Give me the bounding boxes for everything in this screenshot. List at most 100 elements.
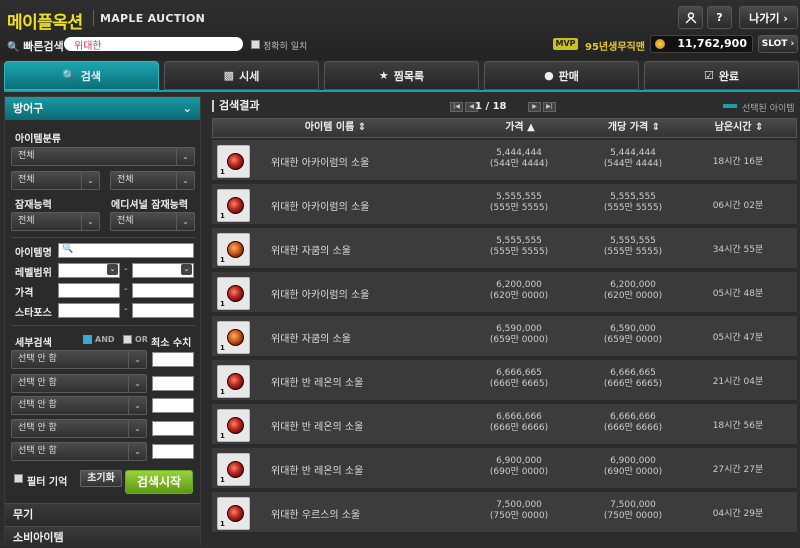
soul-icon (227, 285, 244, 302)
armor-section-header[interactable]: 방어구 ⌄ (5, 97, 200, 120)
exit-button[interactable]: 나가기 › (739, 6, 798, 29)
meso-display: 11,762,900 (650, 35, 753, 53)
start-search-button[interactable]: 검색시작 (125, 470, 193, 494)
unit-price-korean: (750만 0000) (603, 511, 663, 521)
table-row[interactable]: 1 위대한 아카이럼의 소울 5,444,444 (544만 4444) 5,444,4… (212, 140, 797, 182)
next-page-button[interactable]: ▶ (528, 102, 541, 112)
table-row[interactable]: 1 위대한 우르스의 소울 7,500,000 (750만 0000) 7,500,00… (212, 492, 797, 534)
item-name-input[interactable]: 🔍 (58, 243, 194, 258)
subcategory-select-1[interactable]: 전체 ⌄ (11, 171, 100, 190)
additional-potential-select[interactable]: 전체 ⌄ (110, 212, 195, 231)
table-row[interactable]: 1 위대한 반 레온의 소울 6,666,666 (666만 6666) 6,666,6… (212, 404, 797, 446)
item-icon[interactable]: 1 (217, 409, 250, 442)
column-unit-price[interactable]: 개당 가격 ⇕ (594, 119, 674, 137)
column-price[interactable]: 가격 ▲ (480, 119, 560, 137)
item-icon[interactable]: 1 (217, 233, 250, 266)
item-name: 위대한 우르스의 소울 (271, 510, 361, 521)
option-select-4[interactable]: 선택 안 함 ⌄ (11, 419, 147, 438)
table-row[interactable]: 1 위대한 반 레온의 소울 6,666,665 (666만 6665) 6,666,6… (212, 360, 797, 402)
legend-label: 선택된 아이템 (742, 104, 795, 114)
first-page-button[interactable]: |◀ (450, 102, 463, 112)
item-price: 6,666,665 (666만 6665) (479, 368, 559, 390)
item-icon[interactable]: 1 (217, 277, 250, 310)
starforce-min-input[interactable] (58, 303, 120, 318)
category-select[interactable]: 전체 ⌄ (11, 147, 195, 166)
quick-search-input[interactable] (64, 37, 243, 51)
category-weapon[interactable]: 무기 (5, 503, 200, 525)
item-quantity: 1 (220, 344, 225, 352)
option-min-input-2[interactable] (152, 376, 194, 391)
tab-complete[interactable]: ☑ 완료 (644, 61, 799, 90)
subcategory-select-2[interactable]: 전체 ⌄ (110, 171, 195, 190)
or-checkbox[interactable] (123, 335, 132, 344)
potential-select[interactable]: 전체 ⌄ (11, 212, 100, 231)
item-quantity: 1 (220, 520, 225, 528)
level-min-input[interactable]: ⌄ (58, 263, 120, 278)
soul-icon (227, 197, 244, 214)
unit-price-korean: (690만 0000) (603, 467, 663, 477)
tab-wishlist[interactable]: ★ 찜목록 (324, 61, 479, 90)
column-time-left[interactable]: 남은시간 ⇕ (699, 119, 779, 137)
item-icon[interactable]: 1 (217, 189, 250, 222)
results-table-body: 1 위대한 아카이럼의 소울 5,444,444 (544만 4444) 5,444,4… (212, 140, 797, 545)
unit-price-value: 5,444,444 (610, 148, 656, 158)
last-page-button[interactable]: ▶| (543, 102, 556, 112)
item-name: 위대한 반 레온의 소울 (271, 422, 364, 433)
top-bar: 메이플옥션 MAPLE AUCTION ? 나가기 › 🔍 빠른검색 정확히 일… (0, 0, 800, 60)
price-max-input[interactable] (132, 283, 194, 298)
table-row[interactable]: 1 위대한 반 레온의 소울 6,900,000 (690만 0000) 6,900,0… (212, 448, 797, 490)
soul-icon (227, 417, 244, 434)
starforce-max-input[interactable] (132, 303, 194, 318)
time-left: 04시간 29분 (712, 509, 764, 519)
item-quantity: 1 (220, 388, 225, 396)
item-icon[interactable]: 1 (217, 365, 250, 398)
unit-price-value: 5,555,555 (610, 236, 656, 246)
table-row[interactable]: 1 위대한 아카이럼의 소울 6,200,000 (620만 0000) 6,200,0… (212, 272, 797, 314)
item-unit-price: 5,444,444 (544만 4444) (593, 148, 673, 170)
item-quantity: 1 (220, 300, 225, 308)
option-select-2[interactable]: 선택 안 함 ⌄ (11, 374, 147, 393)
option-min-input-4[interactable] (152, 421, 194, 436)
column-item-name[interactable]: 아이템 이름 ⇕ (273, 119, 398, 137)
item-price: 5,555,555 (555만 5555) (479, 192, 559, 214)
item-icon[interactable]: 1 (217, 453, 250, 486)
item-icon[interactable]: 1 (217, 497, 250, 530)
item-quantity: 1 (220, 212, 225, 220)
item-icon[interactable]: 1 (217, 145, 250, 178)
select-value: 선택 안 함 (18, 354, 57, 364)
select-value: 전체 (18, 151, 35, 161)
unit-price-value: 6,590,000 (610, 324, 656, 334)
option-min-input-5[interactable] (152, 444, 194, 459)
reset-button[interactable]: 초기화 (80, 470, 122, 487)
item-unit-price: 6,900,000 (690만 0000) (593, 456, 673, 478)
tab-label: 검색 (80, 69, 101, 83)
time-left: 27시간 27분 (712, 465, 764, 475)
help-button[interactable]: ? (707, 6, 732, 29)
tab-search[interactable]: 🔍 검색 (4, 61, 159, 90)
option-min-input-3[interactable] (152, 398, 194, 413)
item-category-label: 아이템분류 (15, 134, 61, 145)
page-indicator: 1 / 18 (475, 101, 507, 112)
and-checkbox[interactable] (83, 335, 92, 344)
table-row[interactable]: 1 위대한 자쿰의 소울 5,555,555 (555만 5555) 5,555,555… (212, 228, 797, 270)
item-icon[interactable]: 1 (217, 321, 250, 354)
profile-button[interactable] (678, 6, 703, 29)
exact-match-checkbox[interactable] (251, 40, 260, 49)
exact-match-label: 정확히 일치 (263, 42, 308, 52)
option-select-1[interactable]: 선택 안 함 ⌄ (11, 350, 147, 369)
filter-memory-checkbox[interactable] (14, 474, 23, 483)
tab-sell[interactable]: ● 판매 (484, 61, 639, 90)
slot-button[interactable]: SLOT › (758, 35, 798, 53)
check-icon: ☑ (703, 69, 714, 82)
table-row[interactable]: 1 위대한 자쿰의 소울 6,590,000 (659만 0000) 6,590,000… (212, 316, 797, 358)
tab-market-price[interactable]: ▩ 시세 (164, 61, 319, 90)
item-quantity: 1 (220, 432, 225, 440)
level-max-input[interactable]: ⌄ (132, 263, 194, 278)
price-min-input[interactable] (58, 283, 120, 298)
unit-price-korean: (555만 5555) (603, 203, 663, 213)
additional-potential-label: 에디셔널 잠재능력 (111, 200, 189, 211)
table-row[interactable]: 1 위대한 아카이럼의 소울 5,555,555 (555만 5555) 5,555,5… (212, 184, 797, 226)
option-select-3[interactable]: 선택 안 함 ⌄ (11, 396, 147, 415)
option-min-input-1[interactable] (152, 352, 194, 367)
option-select-5[interactable]: 선택 안 함 ⌄ (11, 442, 147, 461)
